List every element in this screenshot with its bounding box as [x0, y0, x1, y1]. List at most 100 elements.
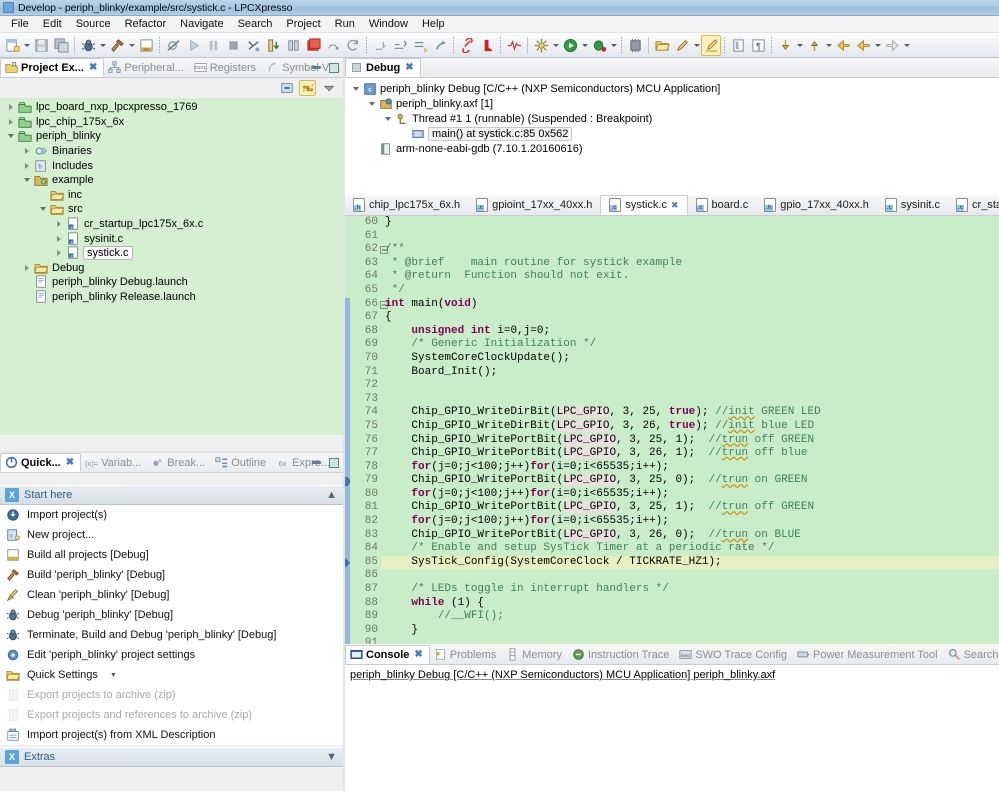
line-number[interactable]: 62 [350, 243, 388, 257]
breakpoint-marker[interactable] [345, 477, 350, 487]
line-number[interactable]: 86 [350, 569, 381, 583]
line-number[interactable]: 82 [350, 515, 381, 529]
debug-config-dropdown-arrow-icon[interactable] [609, 35, 618, 56]
line-number[interactable]: 71 [350, 366, 381, 380]
editor-tab-2[interactable]: .c systick.c ✖ [600, 195, 688, 215]
maximize-view-icon[interactable] [327, 456, 340, 469]
line-number[interactable]: 73 [350, 393, 381, 407]
line-number[interactable]: 77 [350, 447, 381, 461]
menu-item-help[interactable]: Help [415, 17, 452, 31]
code-line[interactable]: /* LEDs toggle in interrupt handlers */ [381, 583, 999, 597]
code-line[interactable]: Board_Init(); [381, 366, 999, 380]
pencil-button[interactable] [672, 35, 692, 56]
code-text[interactable]: } /** * @brief main routine for systick … [381, 216, 999, 663]
line-number[interactable]: 85 [345, 556, 381, 570]
code-line[interactable]: Chip_GPIO_WriteDirBit(LPC_GPIO, 3, 25, t… [381, 406, 999, 420]
collapse-all-button[interactable] [278, 80, 295, 96]
line-number[interactable]: 70 [350, 352, 381, 366]
tree-row[interactable]: .c sysinit.c [0, 231, 343, 246]
tree-expander[interactable] [52, 235, 65, 242]
quickstart-action-4[interactable]: Clean 'periph_blinky' [Debug] [0, 585, 343, 605]
code-editor[interactable]: 60 61 62 63 64 65 66 67 68 69 70 71 72 73 74 75 76 77 78 79… [345, 216, 999, 664]
code-line[interactable]: unsigned int i=0,j=0; [381, 325, 999, 339]
editor-tab-3[interactable]: .c board.c [688, 195, 757, 215]
line-number[interactable]: 80 [350, 488, 381, 502]
external-tools-button[interactable] [531, 35, 551, 56]
run-to-line-button[interactable] [390, 35, 410, 56]
tree-row[interactable]: inc [0, 188, 343, 203]
code-line[interactable]: for(j=0;j<100;j++)for(i=0;i<65535;i++); [381, 488, 999, 502]
code-line[interactable]: } [381, 624, 999, 638]
debug-tree-row[interactable]: c periph_blinky Debug [C/C++ (NXP Semicon… [345, 81, 999, 96]
quickstart-action-11[interactable]: XML Import project(s) from XML Descriptio… [0, 725, 343, 745]
run-button[interactable] [560, 35, 580, 56]
quickstart-action-1[interactable]: c New project... [0, 525, 343, 545]
forward-button[interactable] [882, 35, 902, 56]
line-number[interactable]: 75 [350, 420, 381, 434]
close-icon[interactable]: ✖ [671, 200, 679, 211]
line-number[interactable]: 74 [350, 406, 381, 420]
open-resource-button[interactable] [652, 35, 672, 56]
line-number[interactable]: 89 [350, 610, 381, 624]
menu-item-file[interactable]: File [4, 17, 36, 31]
line-number[interactable]: 84 [350, 542, 381, 556]
debug-dropdown-arrow-icon[interactable] [98, 35, 107, 56]
tree-expander[interactable] [20, 178, 33, 183]
new-wizard-dropdown-arrow-icon[interactable] [22, 35, 31, 56]
tree-row[interactable]: periph_blinky Release.launch [0, 290, 343, 305]
debug-view-tree[interactable]: c periph_blinky Debug [C/C++ (NXP Semicon… [345, 78, 999, 195]
disconnect-button[interactable] [243, 35, 263, 56]
quickstart-tab-2[interactable]: Break... [147, 453, 211, 472]
toggle-block-selection-button[interactable] [728, 35, 748, 56]
debug-button[interactable] [78, 35, 98, 56]
tree-row[interactable]: h Includes [0, 158, 343, 173]
console-tab-4[interactable]: SWO SWO Trace Config [675, 645, 793, 664]
quickstart-section-header[interactable]: X Start here ▲ [0, 485, 343, 505]
run-dropdown-arrow-icon[interactable] [580, 35, 589, 56]
next-annotation-button[interactable] [775, 35, 795, 56]
show-whitespace-button[interactable]: ¶ [748, 35, 768, 56]
code-line[interactable]: /* Enable and setup SysTick Timer at a p… [381, 542, 999, 556]
project-explorer-tree[interactable]: lpc_board_nxp_lpcxpresso_1769 lpc_chip_17… [0, 98, 343, 435]
tree-expander[interactable] [4, 118, 17, 125]
line-number[interactable]: 64 [350, 270, 381, 284]
line-number[interactable]: 65 [350, 284, 381, 298]
editor-tab-0[interactable]: .h chip_lpc175x_6x.h [345, 195, 468, 215]
menu-item-refactor[interactable]: Refactor [118, 17, 174, 31]
forward-history-button[interactable] [853, 35, 873, 56]
link-with-editor-button[interactable] [299, 80, 316, 96]
quickstart-tab-3[interactable]: Outline [211, 453, 272, 472]
line-number[interactable]: 90 [350, 624, 381, 638]
tree-expander[interactable] [365, 101, 378, 106]
quickstart-tab-1[interactable]: (x)= Variab... [81, 453, 147, 472]
previous-annotation-button[interactable] [804, 35, 824, 56]
project-explorer-tab-2[interactable]: 0101 Registers [190, 58, 262, 77]
debug-tree-row[interactable]: Thread #1 1 (runnable) (Suspended : Brea… [345, 111, 999, 126]
resume-at-line-button[interactable] [410, 35, 430, 56]
memory-button[interactable] [625, 35, 645, 56]
code-line[interactable]: for(j=0;j<100;j++)for(i=0;i<65535;i++); [381, 461, 999, 475]
code-line[interactable]: Chip_GPIO_WritePortBit(LPC_GPIO, 3, 26, … [381, 447, 999, 461]
console-tab-0[interactable]: Console ✖ [345, 645, 430, 664]
quickstart-action-3[interactable]: Build 'periph_blinky' [Debug] [0, 565, 343, 585]
code-line[interactable]: while (1) { [381, 597, 999, 611]
quickstart-action-7[interactable]: Edit 'periph_blinky' project settings [0, 645, 343, 665]
tree-expander[interactable] [20, 162, 33, 169]
code-line[interactable]: Chip_GPIO_WritePortBit(LPC_GPIO, 3, 25, … [381, 474, 999, 488]
line-number[interactable]: 83 [350, 529, 381, 543]
new-wizard-button[interactable] [2, 35, 22, 56]
project-explorer-tab-0[interactable]: Project Ex... ✖ [0, 58, 105, 77]
close-icon[interactable]: ✖ [89, 62, 97, 73]
maximize-view-icon[interactable] [327, 61, 340, 74]
terminate-button[interactable] [223, 35, 243, 56]
code-line[interactable]: SysTick_Config(SystemCoreClock / TICKRAT… [381, 555, 999, 570]
pencil-dropdown-arrow-icon[interactable] [692, 35, 701, 56]
next-annotation-dropdown-arrow-icon[interactable] [795, 35, 804, 56]
project-explorer-tab-1[interactable]: Peripheral... [104, 58, 189, 77]
quickstart-action-2[interactable]: Build all projects [Debug] [0, 545, 343, 565]
tree-row[interactable]: Debug [0, 261, 343, 276]
line-number[interactable]: 67 [350, 311, 381, 325]
code-line[interactable]: /* Generic Initialization */ [381, 338, 999, 352]
close-icon[interactable]: ✖ [66, 457, 74, 468]
link-button[interactable] [457, 35, 477, 56]
